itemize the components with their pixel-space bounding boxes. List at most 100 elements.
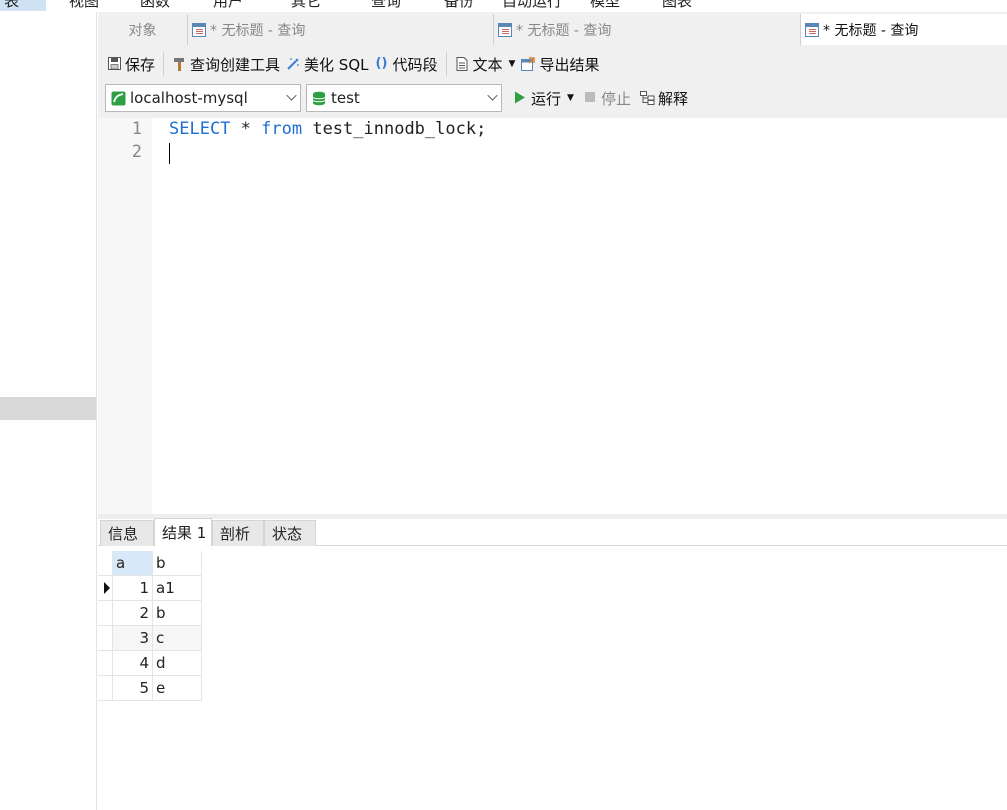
tab-bar: 对象 * 无标题 - 查询 * 无标题 - 查询 * 无标题 - 查询 bbox=[98, 12, 1007, 45]
explain-label: 解释 bbox=[658, 89, 689, 108]
tab-status-label: 状态 bbox=[272, 525, 303, 543]
sql-line-1[interactable]: SELECT * from test_innodb_lock; bbox=[169, 119, 486, 139]
database-name: test bbox=[331, 89, 360, 107]
save-label: 保存 bbox=[125, 55, 156, 74]
code-snippet-label: 代码段 bbox=[392, 55, 438, 74]
chevron-down-icon[interactable]: ▼ bbox=[567, 93, 574, 103]
grid-cell-a[interactable]: 3 bbox=[113, 626, 153, 651]
connection-toolbar: localhost-mysql test 运行 ▼ 停止 解释 bbox=[98, 83, 1007, 118]
object-panel-selection[interactable] bbox=[0, 397, 96, 420]
result-grid: a b 1 a1 2 b 3 c 4 d 5 e bbox=[98, 551, 202, 702]
run-label: 运行 bbox=[531, 89, 562, 108]
menu-backup[interactable]: 备份 bbox=[444, 0, 474, 11]
query-builder-label: 查询创建工具 bbox=[190, 55, 281, 74]
grid-cell-b[interactable]: a1 bbox=[153, 576, 202, 601]
tab-info[interactable]: 信息 bbox=[100, 520, 154, 546]
code-brackets-icon: () bbox=[375, 56, 388, 71]
tab-result-1-label: 结果 1 bbox=[162, 524, 207, 542]
connection-select[interactable]: localhost-mysql bbox=[105, 84, 301, 112]
tab-result-1[interactable]: 结果 1 bbox=[154, 518, 212, 546]
menu-schedule[interactable]: 自动运行 bbox=[502, 0, 562, 11]
chevron-down-icon bbox=[487, 90, 498, 101]
tab-status[interactable]: 状态 bbox=[264, 520, 316, 546]
tab-objects[interactable]: 对象 bbox=[98, 14, 188, 45]
export-grid-icon bbox=[521, 57, 536, 71]
hammer-icon bbox=[172, 57, 186, 71]
tab-query-2[interactable]: * 无标题 - 查询 bbox=[494, 14, 801, 45]
tab-profile-label: 剖析 bbox=[220, 525, 251, 543]
line-number: 2 bbox=[131, 142, 142, 162]
menu-query[interactable]: 查询 bbox=[371, 0, 401, 11]
menu-charts[interactable]: 图表 bbox=[662, 0, 692, 11]
sql-keyword: from bbox=[261, 119, 303, 139]
menu-others[interactable]: 其它 bbox=[291, 0, 321, 11]
export-results-label: 导出结果 bbox=[539, 55, 600, 74]
sql-text: * bbox=[230, 119, 262, 139]
row-indicator[interactable] bbox=[98, 601, 113, 626]
menu-tables[interactable]: 表 bbox=[0, 0, 46, 11]
menu-functions[interactable]: 函数 bbox=[140, 0, 170, 11]
beautify-sql-label: 美化 SQL bbox=[304, 55, 369, 74]
menu-bar: 表 视图 函数 用户 其它 查询 备份 自动运行 模型 图表 bbox=[0, 0, 1007, 12]
explain-button[interactable]: 解释 bbox=[637, 85, 691, 111]
stop-icon bbox=[583, 91, 597, 105]
document-icon bbox=[455, 57, 469, 71]
line-number-gutter: 1 2 bbox=[98, 118, 152, 514]
menu-users[interactable]: 用户 bbox=[213, 0, 243, 11]
sql-editor[interactable] bbox=[98, 118, 1007, 514]
save-icon bbox=[107, 57, 121, 71]
chevron-down-icon[interactable]: ▼ bbox=[509, 59, 516, 69]
tab-query-3-label: * 无标题 - 查询 bbox=[823, 22, 919, 39]
row-indicator[interactable] bbox=[98, 676, 113, 701]
column-header-b[interactable]: b bbox=[153, 551, 202, 576]
export-results-button[interactable]: 导出结果 bbox=[518, 51, 602, 77]
tab-query-1-label: * 无标题 - 查询 bbox=[210, 22, 306, 39]
chevron-down-icon bbox=[286, 90, 297, 101]
row-indicator-header bbox=[98, 551, 113, 576]
run-button[interactable]: 运行 ▼ bbox=[510, 85, 577, 111]
query-builder-button[interactable]: 查询创建工具 bbox=[169, 51, 283, 77]
grid-cell-b[interactable]: e bbox=[153, 676, 202, 701]
query-table-icon bbox=[805, 22, 819, 37]
text-mode-button[interactable]: 文本 ▼ bbox=[452, 51, 519, 77]
tab-query-3[interactable]: * 无标题 - 查询 bbox=[801, 14, 1007, 45]
tab-profile[interactable]: 剖析 bbox=[212, 520, 264, 546]
current-row-indicator[interactable] bbox=[98, 576, 113, 601]
grid-cell-b[interactable]: d bbox=[153, 651, 202, 676]
tab-info-label: 信息 bbox=[108, 525, 139, 543]
database-icon bbox=[312, 91, 326, 106]
column-header-a[interactable]: a bbox=[113, 551, 153, 576]
toolbar-divider bbox=[163, 52, 165, 76]
stop-label: 停止 bbox=[601, 89, 632, 108]
grid-cell-b[interactable]: c bbox=[153, 626, 202, 651]
tab-objects-label: 对象 bbox=[128, 22, 157, 39]
tab-query-1[interactable]: * 无标题 - 查询 bbox=[188, 14, 494, 45]
grid-cell-a[interactable]: 2 bbox=[113, 601, 153, 626]
result-tabs: 信息 结果 1 剖析 状态 bbox=[98, 518, 1007, 546]
grid-cell-a[interactable]: 4 bbox=[113, 651, 153, 676]
database-select[interactable]: test bbox=[306, 84, 502, 112]
save-button[interactable]: 保存 bbox=[104, 51, 158, 77]
grid-cell-a[interactable]: 5 bbox=[113, 676, 153, 701]
play-icon bbox=[513, 91, 527, 105]
main-toolbar: 保存 查询创建工具 美化 SQL () 代码段 文本 ▼ 导出结果 bbox=[98, 45, 1007, 83]
row-indicator[interactable] bbox=[98, 651, 113, 676]
line-number: 1 bbox=[131, 119, 142, 139]
code-snippet-button[interactable]: () 代码段 bbox=[372, 51, 441, 77]
connection-name: localhost-mysql bbox=[130, 89, 248, 107]
menu-model[interactable]: 模型 bbox=[590, 0, 620, 11]
sql-text: test_innodb_lock; bbox=[302, 119, 487, 139]
grid-cell-b[interactable]: b bbox=[153, 601, 202, 626]
explain-tree-icon bbox=[640, 91, 655, 105]
menu-views[interactable]: 视图 bbox=[69, 0, 99, 11]
text-mode-label: 文本 bbox=[472, 55, 503, 74]
text-cursor bbox=[169, 143, 170, 164]
magic-wand-icon bbox=[286, 57, 300, 71]
connection-icon bbox=[111, 91, 126, 106]
grid-cell-a[interactable]: 1 bbox=[113, 576, 153, 601]
tab-query-2-label: * 无标题 - 查询 bbox=[516, 22, 612, 39]
sql-keyword: SELECT bbox=[169, 119, 231, 139]
beautify-sql-button[interactable]: 美化 SQL bbox=[283, 51, 371, 77]
stop-button[interactable]: 停止 bbox=[580, 85, 634, 111]
row-indicator[interactable] bbox=[98, 626, 113, 651]
